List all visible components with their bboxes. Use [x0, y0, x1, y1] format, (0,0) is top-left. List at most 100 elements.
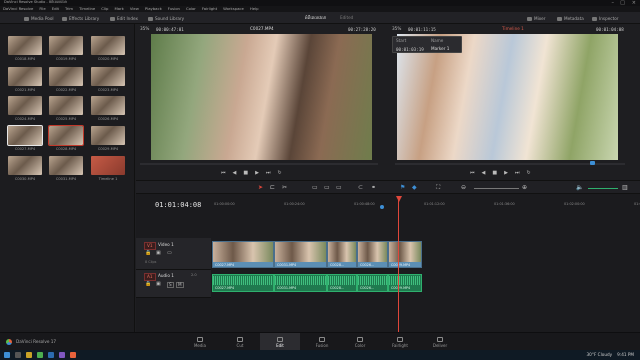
inspector-button[interactable]: Inspector: [592, 16, 619, 21]
menu-item[interactable]: Edit: [52, 7, 59, 11]
lock-icon[interactable]: 🔒: [145, 250, 151, 256]
selection-tool-icon[interactable]: ➤: [258, 184, 263, 191]
media-pool-clip[interactable]: [8, 156, 42, 175]
timeline-name[interactable]: Timeline 1: [502, 26, 524, 31]
zoom-out-icon[interactable]: ⊖: [461, 184, 466, 191]
page-tab-fusion[interactable]: Fusion: [302, 333, 342, 351]
media-pool-clip[interactable]: [8, 36, 42, 55]
lock-icon[interactable]: 🔒: [145, 281, 151, 287]
menu-item[interactable]: Mark: [114, 7, 123, 11]
audio-clip[interactable]: C0029.MP4: [388, 274, 422, 292]
solo-button[interactable]: S: [167, 282, 174, 289]
menu-item[interactable]: DaVinci Resolve: [3, 7, 33, 11]
media-pool-clip[interactable]: [91, 36, 125, 55]
media-pool-clip[interactable]: [8, 67, 42, 86]
zoom-slider[interactable]: [474, 188, 519, 189]
menu-item[interactable]: Clip: [101, 7, 108, 11]
media-pool-clip[interactable]: [91, 96, 125, 115]
media-pool-clip[interactable]: [49, 67, 83, 86]
audio-track-name[interactable]: Audio 1: [158, 273, 174, 278]
media-pool-clip[interactable]: [49, 36, 83, 55]
page-tab-cut[interactable]: Cut: [220, 333, 260, 351]
source-viewer-image[interactable]: [151, 34, 372, 160]
menu-item[interactable]: Playback: [145, 7, 162, 11]
video-clip[interactable]: C0027.MP4: [212, 241, 274, 268]
page-tab-fairlight[interactable]: Fairlight: [380, 333, 420, 351]
menu-item[interactable]: Fairlight: [202, 7, 217, 11]
edit-index-button[interactable]: Edit Index: [110, 16, 138, 21]
media-pool-clip[interactable]: [91, 126, 125, 145]
menu-item[interactable]: Timeline: [79, 7, 95, 11]
stop-icon[interactable]: ■: [492, 170, 497, 176]
zoom-in-icon[interactable]: ⊕: [522, 184, 527, 191]
video-monitor-icon[interactable]: ▭: [167, 250, 172, 256]
chrome-icon[interactable]: [37, 352, 43, 358]
rewind-icon[interactable]: ◀: [482, 170, 486, 176]
speaker-icon[interactable]: 🔈: [576, 184, 583, 191]
marker-icon[interactable]: ◆: [412, 184, 417, 191]
jump-end-icon[interactable]: ⏭: [515, 170, 520, 176]
media-pool-clip[interactable]: [48, 125, 84, 146]
loop-icon[interactable]: ↻: [526, 170, 530, 176]
page-tab-edit[interactable]: Edit: [260, 333, 300, 351]
snapping-icon[interactable]: ⊂: [358, 184, 363, 191]
media-pool-clip[interactable]: [49, 156, 83, 175]
video-clip[interactable]: C0031.MP4: [274, 241, 327, 268]
menu-item[interactable]: Color: [186, 7, 196, 11]
video-clip[interactable]: C0029.MP4: [388, 241, 422, 268]
source-zoom[interactable]: 35%: [140, 26, 149, 31]
loop-icon[interactable]: ↻: [277, 170, 281, 176]
trim-tool-icon[interactable]: ⊏: [270, 184, 275, 191]
search-icon[interactable]: [15, 352, 21, 358]
source-scrubber[interactable]: [140, 163, 378, 165]
effects-library-button[interactable]: Effects Library: [62, 16, 99, 21]
blade-tool-icon[interactable]: ✂: [282, 184, 287, 191]
file-explorer-icon[interactable]: [26, 352, 32, 358]
insert-icon[interactable]: ▭: [312, 184, 318, 191]
jump-start-icon[interactable]: ⏮: [221, 170, 226, 176]
page-tab-media[interactable]: Media: [180, 333, 220, 351]
menu-item[interactable]: Trim: [65, 7, 73, 11]
mute-button[interactable]: M: [176, 282, 184, 289]
volume-slider[interactable]: [588, 188, 618, 189]
audio-clip[interactable]: C0026...: [357, 274, 388, 292]
video-clip[interactable]: C0026...: [357, 241, 388, 268]
mixer-button[interactable]: Mixer: [527, 16, 545, 21]
video-clip[interactable]: C0028...: [327, 241, 357, 268]
menu-item[interactable]: File: [39, 7, 45, 11]
jump-end-icon[interactable]: ⏭: [266, 170, 271, 176]
auto-select-icon[interactable]: ▣: [156, 250, 161, 256]
audio-track-id[interactable]: A1: [144, 273, 156, 282]
page-tab-color[interactable]: Color: [340, 333, 380, 351]
windows-start-icon[interactable]: [4, 352, 10, 358]
auto-select-icon[interactable]: ▣: [156, 281, 161, 287]
edge-icon[interactable]: [48, 352, 54, 358]
davinci-taskbar-icon[interactable]: [70, 352, 76, 358]
rewind-icon[interactable]: ◀: [233, 170, 237, 176]
stop-icon[interactable]: ■: [243, 170, 248, 176]
timeline-ruler[interactable]: 01:00:00:00 01:00:24:00 01:00:48:00 01:01:1…: [212, 197, 640, 211]
overwrite-icon[interactable]: ▭: [324, 184, 330, 191]
audio-clip[interactable]: C0031.MP4: [274, 274, 327, 292]
metadata-button[interactable]: Metadata: [557, 16, 584, 21]
app-icon[interactable]: [59, 352, 65, 358]
sound-library-button[interactable]: Sound Library: [148, 16, 184, 21]
media-pool-clip[interactable]: [49, 96, 83, 115]
menu-item[interactable]: Workspace: [223, 7, 244, 11]
play-icon[interactable]: ▶: [504, 170, 508, 176]
audio-clip[interactable]: C0027.MP4: [212, 274, 274, 292]
menu-item[interactable]: View: [130, 7, 139, 11]
page-tab-deliver[interactable]: Deliver: [420, 333, 460, 351]
timeline-marker[interactable]: [380, 205, 384, 209]
media-pool-clip[interactable]: [91, 67, 125, 86]
video-track-name[interactable]: Video 1: [158, 242, 174, 247]
audio-clip[interactable]: C0028...: [327, 274, 357, 292]
link-icon[interactable]: ⚭: [371, 184, 376, 191]
play-icon[interactable]: ▶: [255, 170, 259, 176]
jump-start-icon[interactable]: ⏮: [470, 170, 475, 176]
flag-icon[interactable]: ⚑: [400, 184, 405, 191]
media-pool-clip[interactable]: [91, 156, 125, 175]
timeline-zoom[interactable]: 35%: [392, 26, 401, 31]
video-track-id[interactable]: V1: [144, 242, 156, 251]
menu-item[interactable]: Help: [250, 7, 259, 11]
